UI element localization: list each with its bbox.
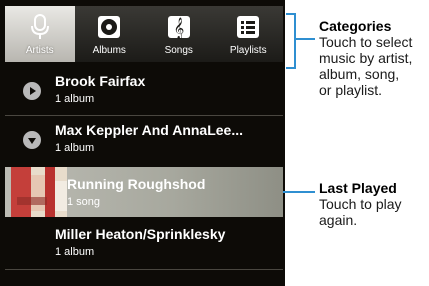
music-note-icon: 𝄞	[166, 14, 192, 40]
callout-body: Touch to select music by artist, album, …	[319, 34, 413, 98]
song-count: 1 song	[67, 196, 101, 208]
callout-title: Categories	[319, 18, 392, 34]
list-divider	[5, 269, 283, 270]
song-title: Running Roughshod	[67, 176, 206, 192]
tab-songs-label: Songs	[164, 45, 193, 56]
categories-bracket	[286, 13, 296, 69]
categories-callout: Categories Touch to select music by arti…	[319, 18, 412, 98]
artist-name: Miller Heaton/Sprinklesky	[55, 226, 226, 242]
tab-albums-label: Albums	[92, 45, 126, 56]
artist-item-max-keppler[interactable]: Max Keppler And AnnaLee... 1 album	[5, 116, 283, 165]
artist-name: Brook Fairfax	[55, 73, 146, 89]
category-tab-bar: Artists Albums 𝄞 Songs Playlists	[5, 6, 283, 62]
tab-songs[interactable]: 𝄞 Songs	[144, 6, 214, 62]
album-count: 1 album	[55, 142, 95, 154]
callout-body: Touch to play again.	[319, 196, 402, 228]
collapse-arrow-icon[interactable]	[23, 131, 41, 149]
playlist-icon	[235, 14, 261, 40]
artist-item-miller-heaton[interactable]: Miller Heaton/Sprinklesky 1 album	[5, 220, 283, 269]
last-played-pointer-line	[283, 191, 315, 193]
tab-playlists[interactable]: Playlists	[214, 6, 284, 62]
svg-text:𝄞: 𝄞	[173, 18, 184, 39]
album-count: 1 album	[55, 246, 95, 258]
expand-arrow-icon[interactable]	[23, 82, 41, 100]
album-count: 1 album	[55, 93, 95, 105]
last-played-callout: Last Played Touch to play again.	[319, 180, 402, 228]
microphone-icon	[27, 14, 53, 40]
callout-title: Last Played	[319, 180, 397, 196]
artist-name: Max Keppler And AnnaLee...	[55, 122, 243, 138]
artist-item-brook-fairfax[interactable]: Brook Fairfax 1 album	[5, 67, 283, 116]
tab-artists-label: Artists	[25, 45, 54, 56]
tab-albums[interactable]: Albums	[75, 6, 145, 62]
music-app-screen: Artists Albums 𝄞 Songs Playlists Brook F…	[0, 0, 285, 286]
categories-pointer-line	[295, 38, 315, 40]
last-played-song-row[interactable]: Running Roughshod 1 song	[5, 167, 283, 217]
tab-playlists-label: Playlists	[229, 45, 267, 56]
album-disc-icon	[96, 14, 122, 40]
album-art-thumbnail	[11, 167, 67, 217]
tab-artists[interactable]: Artists	[5, 6, 75, 62]
